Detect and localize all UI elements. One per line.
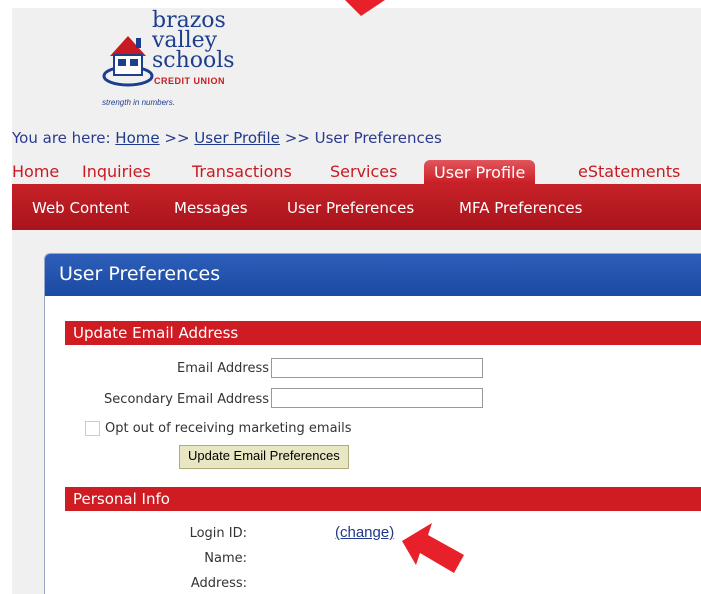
house-logo-icon (102, 36, 154, 87)
breadcrumb-current: User Preferences (314, 129, 442, 147)
email-section-title: Update Email Address (73, 324, 239, 342)
subnav-web-content[interactable]: Web Content (32, 199, 129, 217)
tab-estatements[interactable]: eStatements (578, 162, 680, 181)
name-label: Name: (204, 551, 247, 566)
main-tabs: Home Inquiries Transactions Services Use… (12, 160, 701, 185)
breadcrumb-separator: >> (164, 129, 190, 147)
login-id-label: Login ID: (189, 526, 247, 541)
logo-word-schools: schools (152, 48, 235, 73)
email-input[interactable] (271, 358, 483, 378)
email-section-header: Update Email Address (65, 321, 701, 345)
breadcrumb: You are here: Home >> User Profile >> Us… (12, 129, 442, 147)
personal-section-header: Personal Info (65, 487, 701, 511)
annotation-arrow-icon (345, 0, 385, 16)
optout-label: Opt out of receiving marketing emails (105, 421, 352, 436)
sub-navigation: Web Content Messages User Preferences MF… (12, 184, 701, 230)
panel-header: User Preferences (45, 254, 701, 296)
subnav-mfa-preferences[interactable]: MFA Preferences (459, 199, 582, 217)
secondary-email-label: Secondary Email Address (104, 392, 269, 407)
breadcrumb-home-link[interactable]: Home (115, 129, 159, 147)
tab-user-profile[interactable]: User Profile (424, 160, 536, 185)
browser-frame: brazos valley schools CREDIT UNION stren… (12, 0, 701, 594)
change-login-link[interactable]: (change) (335, 524, 394, 541)
logo-tagline: strength in numbers. (102, 98, 175, 107)
subnav-messages[interactable]: Messages (174, 199, 248, 217)
panel-title: User Preferences (59, 263, 221, 285)
bank-logo[interactable]: brazos valley schools CREDIT UNION stren… (92, 8, 252, 108)
breadcrumb-separator: >> (284, 129, 310, 147)
optout-checkbox[interactable] (85, 421, 100, 436)
update-email-preferences-button[interactable]: Update Email Preferences (179, 445, 349, 469)
annotation-arrow-icon (402, 523, 464, 573)
address-label: Address: (190, 576, 247, 591)
tab-transactions[interactable]: Transactions (192, 162, 292, 181)
subnav-user-preferences[interactable]: User Preferences (287, 199, 414, 217)
user-preferences-panel: User Preferences Update Email Address Em… (44, 253, 701, 594)
tab-home[interactable]: Home (12, 162, 59, 181)
logo-credit-union: CREDIT UNION (154, 76, 225, 86)
email-label: Email Address (177, 361, 269, 376)
secondary-email-input[interactable] (271, 388, 483, 408)
breadcrumb-user-profile-link[interactable]: User Profile (194, 129, 280, 147)
tab-services[interactable]: Services (330, 162, 397, 181)
breadcrumb-prefix: You are here: (12, 129, 111, 147)
personal-section-title: Personal Info (73, 490, 170, 508)
tab-inquiries[interactable]: Inquiries (82, 162, 151, 181)
